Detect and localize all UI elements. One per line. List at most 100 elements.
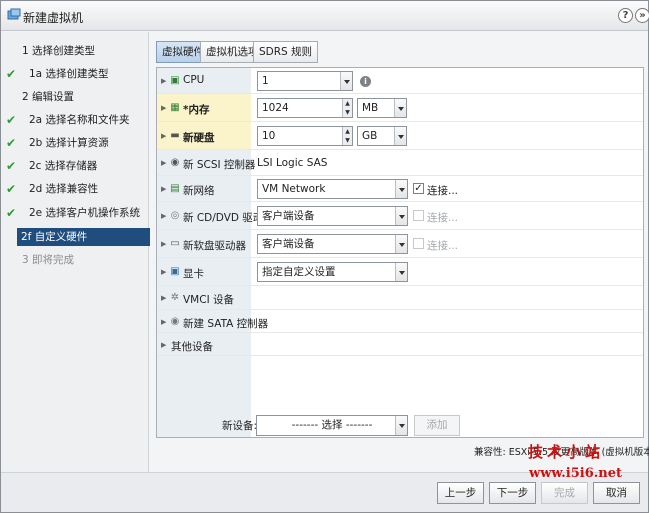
memory-unit: MB	[362, 102, 379, 114]
new-device-label: 新设备:	[222, 420, 258, 432]
cd-dvd-icon: ◎	[170, 210, 180, 221]
cancel-button[interactable]: 取消	[593, 482, 640, 504]
dialog-title: 新建虚拟机	[23, 11, 84, 25]
floppy-value: 客户端设备	[262, 238, 315, 250]
floppy-connect-checkbox[interactable]	[413, 238, 424, 249]
step-2c[interactable]: ✔ 2c 选择存储器	[1, 157, 149, 175]
check-icon: ✔	[6, 159, 17, 173]
network-icon: ▤	[170, 183, 180, 194]
back-button[interactable]: 上一步	[437, 482, 484, 504]
cddvd-value: 客户端设备	[262, 210, 315, 222]
memory-input[interactable]: 1024 ▲ ▼	[257, 98, 353, 118]
finish-button[interactable]: 完成	[541, 482, 588, 504]
video-select[interactable]: 指定自定义设置	[257, 262, 408, 282]
watermark-title: 技术小站	[528, 443, 605, 461]
video-label: 显卡	[183, 268, 204, 280]
step-label: 1a 选择创建类型	[29, 68, 109, 80]
expand-arrow-icon[interactable]: ▶	[161, 341, 166, 349]
help-icon[interactable]: ?	[618, 8, 633, 23]
step-3[interactable]: 3 即将完成	[1, 251, 149, 269]
watermark-url: www.i5i6.net	[529, 466, 623, 481]
expand-arrow-icon[interactable]: ▶	[161, 212, 166, 220]
cddvd-select[interactable]: 客户端设备	[257, 206, 408, 226]
step-label: 2c 选择存储器	[29, 160, 98, 172]
main-panel: 虚拟硬件 虚拟机选项 SDRS 规则 ▶ ▣ CPU 1 i ▶ ▦ *内存 1…	[150, 32, 649, 472]
chevron-down-icon	[395, 235, 407, 253]
chevron-down-icon	[340, 72, 352, 90]
step-label: 2d 选择兼容性	[29, 183, 99, 195]
hw-row-vmci: ▶ ✲ VMCI 设备	[157, 286, 643, 310]
video-value: 指定自定义设置	[262, 266, 336, 278]
chevron-down-icon	[395, 263, 407, 281]
step-2b[interactable]: ✔ 2b 选择计算资源	[1, 134, 149, 152]
expand-arrow-icon[interactable]: ▶	[161, 104, 166, 112]
step-label: 2f 自定义硬件	[17, 228, 164, 246]
spinner-icon[interactable]: ▲ ▼	[342, 99, 352, 117]
hw-row-scsi: ▶ ◉ 新 SCSI 控制器 LSI Logic SAS	[157, 150, 643, 176]
step-label: 2 编辑设置	[22, 91, 75, 103]
other-devices-label: 其他设备	[171, 341, 213, 353]
new-device-select[interactable]: ------- 选择 -------	[256, 415, 408, 436]
disk-size-input[interactable]: 10 ▲ ▼	[257, 126, 353, 146]
step-1a[interactable]: ✔ 1a 选择创建类型	[1, 65, 149, 83]
floppy-label: 新软盘驱动器	[183, 240, 246, 252]
add-device-button[interactable]: 添加	[414, 415, 460, 436]
network-connect-label: 连接...	[427, 185, 459, 197]
step-2f[interactable]: 2f 自定义硬件	[1, 228, 164, 246]
spinner-icon[interactable]: ▲ ▼	[342, 127, 352, 145]
hw-row-video: ▶ ▣ 显卡 指定自定义设置	[157, 258, 643, 286]
new-device-value: ------- 选择 -------	[291, 419, 373, 431]
expand-arrow-icon[interactable]: ▶	[161, 159, 166, 167]
video-card-icon: ▣	[170, 266, 180, 277]
step-2a[interactable]: ✔ 2a 选择名称和文件夹	[1, 111, 149, 129]
chevron-down-icon	[395, 416, 407, 435]
cddvd-connect-checkbox[interactable]	[413, 210, 424, 221]
disk-unit: GB	[362, 130, 378, 142]
floppy-select[interactable]: 客户端设备	[257, 234, 408, 254]
step-label: 2e 选择客户机操作系统	[29, 207, 140, 219]
check-icon: ✔	[6, 182, 17, 196]
chevron-down-icon	[394, 99, 406, 117]
memory-label: *内存	[183, 104, 210, 116]
hw-row-sata: ▶ ◉ 新建 SATA 控制器	[157, 310, 643, 333]
expand-arrow-icon[interactable]: ▶	[161, 318, 166, 326]
step-2[interactable]: 2 编辑设置	[1, 88, 149, 106]
memory-unit-select[interactable]: MB	[357, 98, 407, 118]
step-label: 3 即将完成	[22, 254, 75, 266]
expand-arrow-icon[interactable]: ▶	[161, 185, 166, 193]
tab-sdrs-rules[interactable]: SDRS 规则	[253, 41, 319, 63]
check-icon: ✔	[6, 113, 17, 127]
network-connect-checkbox[interactable]: ✓	[413, 183, 424, 194]
vmci-icon: ✲	[170, 292, 180, 303]
hw-row-disk: ▶ ▬ 新硬盘 10 ▲ ▼ GB	[157, 122, 643, 150]
next-button[interactable]: 下一步	[489, 482, 536, 504]
cpu-icon: ▣	[170, 75, 180, 86]
disk-icon: ▬	[170, 130, 180, 141]
step-2d[interactable]: ✔ 2d 选择兼容性	[1, 180, 149, 198]
cpu-select[interactable]: 1	[257, 71, 353, 91]
scsi-label: 新 SCSI 控制器	[183, 159, 256, 171]
hardware-table: ▶ ▣ CPU 1 i ▶ ▦ *内存 1024 ▲ ▼ MB ▶ ▬ 新硬盘 …	[156, 67, 644, 438]
disk-label: 新硬盘	[183, 132, 215, 144]
expand-arrow-icon[interactable]: ▶	[161, 268, 166, 276]
expand-arrow-icon[interactable]: ▶	[161, 294, 166, 302]
expand-arrow-icon[interactable]: ▶	[161, 132, 166, 140]
memory-icon: ▦	[170, 102, 180, 113]
hw-row-floppy: ▶ ▭ 新软盘驱动器 客户端设备 连接...	[157, 230, 643, 258]
cpu-value: 1	[262, 75, 269, 87]
network-select[interactable]: VM Network	[257, 179, 408, 199]
disk-unit-select[interactable]: GB	[357, 126, 407, 146]
info-icon[interactable]: i	[360, 76, 371, 87]
vm-icon	[7, 8, 21, 20]
expand-arrow-icon[interactable]: ▶	[161, 77, 166, 85]
hw-row-memory: ▶ ▦ *内存 1024 ▲ ▼ MB	[157, 94, 643, 122]
step-2e[interactable]: ✔ 2e 选择客户机操作系统	[1, 204, 149, 222]
hw-row-cddvd: ▶ ◎ 新 CD/DVD 驱动器 客户端设备 连接...	[157, 202, 643, 230]
sata-label: 新建 SATA 控制器	[183, 318, 269, 330]
expand-icon[interactable]: »	[635, 8, 649, 23]
vmci-label: VMCI 设备	[183, 294, 235, 306]
expand-arrow-icon[interactable]: ▶	[161, 240, 166, 248]
cpu-label: CPU	[183, 74, 205, 86]
step-label: 1 选择创建类型	[22, 45, 96, 57]
step-1[interactable]: 1 选择创建类型	[1, 42, 149, 60]
